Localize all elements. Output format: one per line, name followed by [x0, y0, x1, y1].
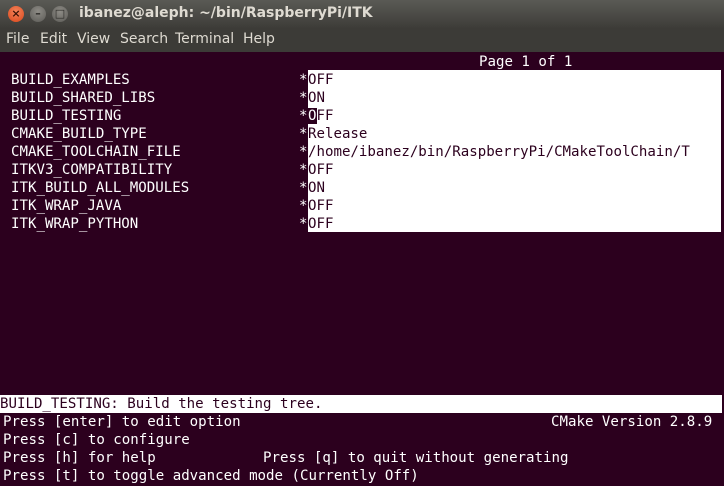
menu-view[interactable]: View	[77, 31, 110, 47]
option-name: ITK_WRAP_JAVA	[11, 198, 122, 214]
menu-file[interactable]: File	[6, 31, 29, 47]
option-name: ITK_WRAP_PYTHON	[11, 216, 139, 232]
page-indicator: Page 1 of 1	[479, 54, 573, 70]
option-name: ITK_BUILD_ALL_MODULES	[11, 180, 190, 196]
modified-marker: *	[299, 198, 308, 214]
text-cursor: O	[308, 108, 317, 124]
modified-marker: *	[299, 72, 308, 88]
terminal-window: × – □ ibanez@aleph: ~/bin/RaspberryPi/IT…	[0, 0, 724, 486]
option-description: BUILD_TESTING: Build the testing tree.	[0, 395, 722, 413]
option-name: BUILD_EXAMPLES	[11, 72, 130, 88]
modified-marker: *	[299, 144, 308, 160]
minimize-icon[interactable]: –	[30, 6, 46, 22]
option-name: CMAKE_BUILD_TYPE	[11, 126, 147, 142]
option-name: ITKV3_COMPATIBILITY	[11, 162, 173, 178]
title-bar[interactable]: × – □ ibanez@aleph: ~/bin/RaspberryPi/IT…	[0, 0, 724, 28]
modified-marker: *	[299, 180, 308, 196]
modified-marker: *	[299, 216, 308, 232]
option-value-selected[interactable]: OFF	[308, 107, 721, 125]
help-line: Press [h] for help	[3, 450, 156, 466]
modified-marker: *	[299, 162, 308, 178]
option-name: BUILD_TESTING	[11, 108, 122, 124]
modified-marker: *	[299, 126, 308, 142]
modified-marker: *	[299, 108, 308, 124]
option-value[interactable]: ON	[308, 89, 721, 107]
menu-terminal[interactable]: Terminal	[175, 31, 234, 47]
cmake-version: CMake Version 2.8.9	[551, 414, 713, 430]
help-line: Press [t] to toggle advanced mode (Curre…	[3, 468, 419, 484]
option-name: BUILD_SHARED_LIBS	[11, 90, 156, 106]
option-value[interactable]: Release	[308, 125, 721, 143]
option-value[interactable]: OFF	[308, 215, 721, 233]
close-icon[interactable]: ×	[8, 6, 24, 22]
menu-help[interactable]: Help	[243, 31, 275, 47]
option-value[interactable]: OFF	[308, 161, 721, 179]
terminal-area[interactable]: Page 1 of 1 BUILD_EXAMPLES BUILD_SHARED_…	[0, 52, 724, 486]
help-line: Press [enter] to edit option	[3, 414, 241, 430]
option-value[interactable]: OFF	[308, 197, 721, 215]
option-name: CMAKE_TOOLCHAIN_FILE	[11, 144, 181, 160]
option-value[interactable]: ON	[308, 179, 721, 197]
menu-search[interactable]: Search	[120, 31, 168, 47]
option-value[interactable]: /home/ibanez/bin/RaspberryPi/CMakeToolCh…	[308, 143, 721, 161]
help-line-quit: Press [q] to quit without generating	[263, 450, 569, 466]
menu-edit[interactable]: Edit	[40, 31, 67, 47]
modified-marker: *	[299, 90, 308, 106]
maximize-icon[interactable]: □	[52, 6, 68, 22]
menu-bar: File Edit View Search Terminal Help	[0, 28, 724, 52]
window-title: ibanez@aleph: ~/bin/RaspberryPi/ITK	[79, 5, 373, 21]
option-value[interactable]: OFF	[308, 71, 721, 89]
help-line: Press [c] to configure	[3, 432, 190, 448]
